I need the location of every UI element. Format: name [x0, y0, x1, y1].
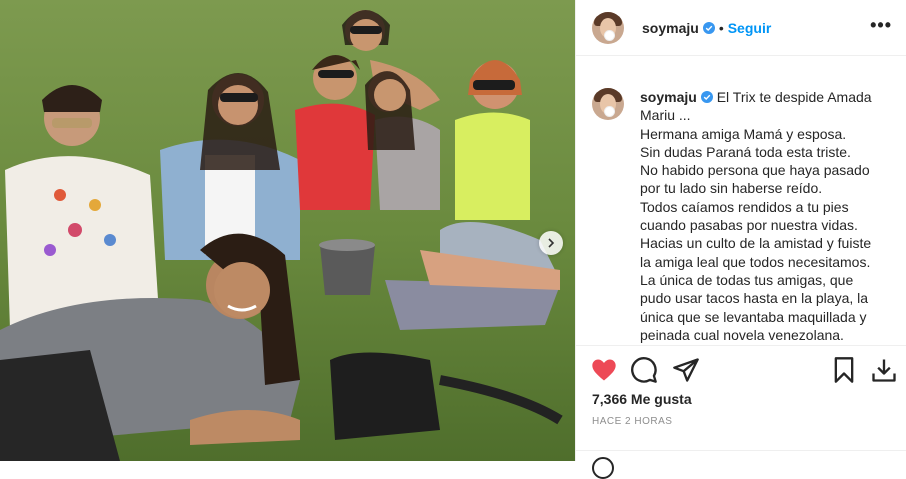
caption-line: la amiga leal que todos necesitamos. — [640, 253, 871, 270]
next-photo-button[interactable] — [539, 231, 563, 255]
caption-line: Todos caíamos rendidos a tu pies — [640, 198, 849, 215]
caption-line: pudo usar tacos hasta en la playa, la — [640, 290, 869, 307]
post-header: soymaju • Seguir ••• — [576, 0, 906, 56]
bookmark-icon[interactable] — [830, 356, 858, 384]
caption-line: Hacias un culto de la amistad y fuiste — [640, 235, 872, 252]
post-actions: 7,366 Me gusta HACE 2 HORAS — [576, 345, 906, 479]
caption-line: El Trix te despide Amada — [716, 89, 872, 105]
caption-avatar[interactable] — [592, 88, 624, 120]
caption-text: soymaju El Trix te despide Amada Mariu .… — [640, 88, 897, 344]
add-comment-bar — [576, 450, 906, 479]
post-side-panel: soymaju • Seguir ••• soymaju El Trix te … — [575, 0, 906, 479]
share-icon[interactable] — [672, 356, 700, 384]
avatar[interactable] — [592, 11, 624, 44]
more-options-icon[interactable]: ••• — [870, 16, 892, 34]
caption-line: No habido persona que haya pasado — [640, 162, 870, 179]
verified-badge-icon — [700, 91, 713, 103]
post-image — [0, 0, 575, 461]
caption-line: cuando pasabas por nuestra vidas. — [640, 217, 858, 234]
caption-line: por tu lado sin haberse reído. — [640, 180, 823, 197]
download-icon[interactable] — [870, 356, 898, 384]
username-link[interactable]: soymaju — [642, 20, 699, 36]
chevron-right-icon — [548, 238, 555, 248]
caption-line: Sin dudas Paraná toda esta triste. — [640, 143, 851, 160]
emoji-icon[interactable] — [592, 457, 614, 479]
caption-line: única que se levantaba maquillada y — [640, 308, 867, 325]
heart-icon[interactable] — [590, 356, 618, 384]
caption-line: La única de todas tus amigas, que — [640, 271, 854, 288]
post-photo[interactable] — [0, 0, 575, 461]
caption-line: peinada cual novela venezolana. — [640, 326, 844, 343]
caption-line: Hermana amiga Mamá y esposa. — [640, 125, 847, 142]
comment-icon[interactable] — [630, 356, 658, 384]
post-timestamp[interactable]: HACE 2 HORAS — [592, 416, 672, 427]
caption-line: Mariu ... — [640, 107, 691, 124]
verified-badge-icon — [702, 21, 715, 34]
separator-dot: • — [718, 19, 724, 36]
likes-count[interactable]: 7,366 Me gusta — [592, 391, 692, 407]
caption: soymaju El Trix te despide Amada Mariu .… — [592, 88, 897, 344]
follow-button[interactable]: Seguir — [728, 20, 772, 36]
caption-username[interactable]: soymaju — [640, 89, 697, 105]
